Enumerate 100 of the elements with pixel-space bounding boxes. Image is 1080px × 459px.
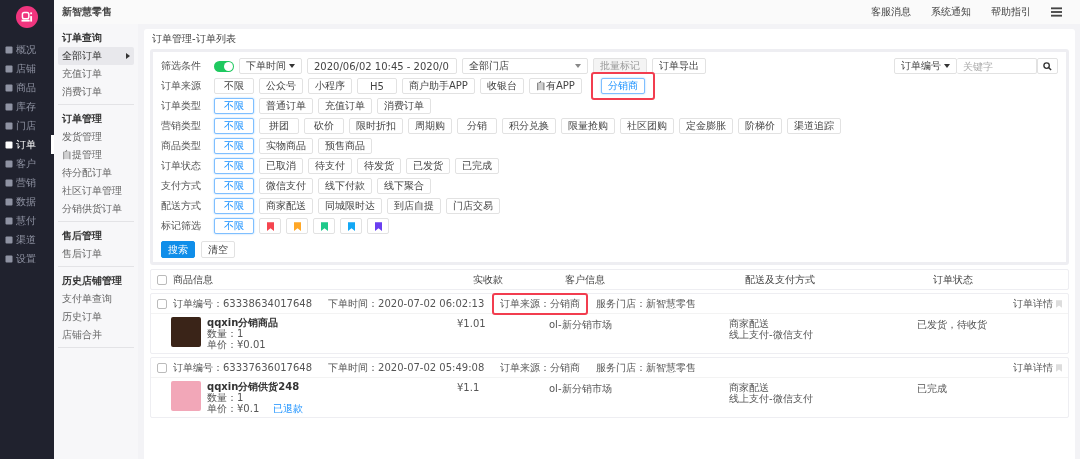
square-icon — [5, 159, 13, 168]
nav-item[interactable]: 慧付 — [0, 211, 54, 230]
subnav-item[interactable]: 店铺合并 — [58, 326, 134, 344]
order-time: 下单时间：2020-07-02 06:02:13 — [328, 296, 485, 311]
order-detail-link[interactable]: 订单详情 — [1013, 296, 1053, 311]
search-button[interactable] — [1037, 58, 1058, 74]
top-link[interactable]: 帮助指引 — [991, 5, 1031, 19]
checkbox[interactable] — [157, 274, 167, 285]
filter-option[interactable]: 自有APP — [528, 78, 582, 94]
nav-item[interactable]: 库存 — [0, 97, 54, 116]
nav-item[interactable]: 数据 — [0, 192, 54, 211]
filter-option[interactable]: 不限 — [214, 78, 254, 94]
filter-option[interactable]: 周期购 — [408, 118, 452, 134]
product-quantity: 数量：1 — [207, 392, 245, 403]
product-name: qqxin分销商品 — [207, 317, 279, 328]
nav-item[interactable]: 渠道 — [0, 230, 54, 249]
top-link[interactable]: 系统通知 — [931, 5, 971, 19]
nav-item[interactable]: 门店 — [0, 116, 54, 135]
search-icon — [1043, 61, 1052, 71]
subnav-item[interactable]: 充值订单 — [58, 65, 134, 83]
filter-option[interactable]: 阶梯价 — [738, 118, 782, 134]
search-type-dropdown[interactable]: 订单编号 — [894, 58, 957, 74]
filter-label: 订单状态 — [161, 159, 202, 173]
filter-option[interactable]: 已完成 — [455, 158, 499, 174]
filter-option[interactable]: 商户助手APP — [402, 78, 475, 94]
payment-method: 线上支付-微信支付 — [729, 393, 814, 404]
breadcrumb: 订单管理-订单列表 — [151, 32, 237, 46]
subnav-item[interactable]: 发货管理 — [58, 128, 134, 146]
filter-option[interactable]: 普通订单 — [259, 98, 313, 114]
filter-option[interactable]: 门店交易 — [446, 198, 500, 214]
checkbox[interactable] — [157, 298, 167, 309]
filter-option[interactable]: 收银台 — [479, 78, 524, 94]
nav-item[interactable]: 客户 — [0, 154, 54, 173]
filter-option[interactable]: 充值订单 — [318, 98, 372, 114]
nav-item[interactable]: 概况 — [0, 40, 54, 59]
filter-option[interactable]: 实物商品 — [259, 138, 313, 154]
filter-option[interactable]: H5 — [357, 78, 397, 94]
bookmark-icon[interactable] — [1056, 299, 1062, 308]
filter-option[interactable]: 拼团 — [259, 118, 299, 134]
filter-option[interactable]: 待支付 — [308, 158, 352, 174]
toolbar-button[interactable]: 订单导出 — [652, 58, 706, 74]
filter-option[interactable]: 线下聚合 — [377, 178, 431, 194]
top-link[interactable]: 客服消息 — [871, 5, 911, 19]
filter-option[interactable]: 公众号 — [259, 78, 303, 94]
subnav-item[interactable]: 待分配订单 — [58, 164, 134, 182]
flag-option[interactable] — [367, 218, 389, 234]
filter-option[interactable]: 微信支付 — [259, 178, 313, 194]
time-type-dropdown[interactable]: 下单时间 — [239, 58, 302, 74]
subnav-item[interactable]: 社区订单管理 — [58, 182, 134, 200]
subnav-item[interactable]: 分销供货订单 — [58, 200, 134, 218]
nav-item[interactable]: 设置 — [0, 249, 54, 268]
filter-option[interactable]: 预售商品 — [318, 138, 372, 154]
filter-option[interactable]: 渠道追踪 — [787, 118, 841, 134]
customer: ol-新分销市场 — [549, 318, 613, 332]
section-heading: 历史店铺管理 — [61, 274, 123, 288]
logo-icon — [16, 6, 38, 28]
subnav-item[interactable]: 支付单查询 — [58, 290, 134, 308]
filter-option[interactable]: 砍价 — [304, 118, 344, 134]
filter-option[interactable]: 已发货 — [406, 158, 450, 174]
toggle-switch[interactable] — [214, 60, 234, 72]
nav-item[interactable]: 商品 — [0, 78, 54, 97]
filter-option[interactable]: 消费订单 — [377, 98, 431, 114]
square-icon — [5, 235, 13, 244]
flag-option[interactable] — [259, 218, 281, 234]
filter-option[interactable]: 已取消 — [259, 158, 303, 174]
subnav-item[interactable]: 自提管理 — [58, 146, 134, 164]
column-header: 订单状态 — [933, 272, 974, 287]
menu-icon[interactable] — [1051, 7, 1062, 17]
subnav-item[interactable]: 消费订单 — [58, 83, 134, 101]
photo-placeholder — [171, 317, 201, 347]
filter-option[interactable]: 商家配送 — [259, 198, 313, 214]
filter-option[interactable]: 同城限时达 — [318, 198, 382, 214]
order-detail-link[interactable]: 订单详情 — [1013, 360, 1053, 375]
subnav-item[interactable]: 售后订单 — [58, 245, 134, 263]
filter-option[interactable]: 到店自提 — [387, 198, 441, 214]
store-dropdown[interactable]: 全部门店 — [462, 58, 588, 74]
clear-button[interactable]: 清空 — [201, 241, 235, 258]
customer: ol-新分销市场 — [549, 382, 613, 396]
filter-label: 订单来源 — [161, 79, 202, 93]
subnav-item[interactable]: 全部订单 — [58, 47, 134, 65]
filter-option[interactable]: 社区团购 — [620, 118, 674, 134]
filter-option[interactable]: 小程序 — [308, 78, 352, 94]
filter-option[interactable]: 积分兑换 — [502, 118, 556, 134]
section-heading: 订单管理 — [61, 112, 103, 126]
flag-option[interactable] — [340, 218, 362, 234]
date-range-field[interactable]: 2020/06/02 10:45 - 2020/0 — [307, 58, 457, 74]
filter-option[interactable]: 待发货 — [357, 158, 401, 174]
filter-option[interactable]: 限量抢购 — [561, 118, 615, 134]
nav-item[interactable]: 店铺 — [0, 59, 54, 78]
bookmark-icon[interactable] — [1056, 363, 1062, 372]
filter-option[interactable]: 限时折扣 — [349, 118, 403, 134]
checkbox[interactable] — [157, 362, 167, 373]
keyword-field[interactable]: 关键字 — [957, 58, 1037, 74]
subnav-item[interactable]: 历史订单 — [58, 308, 134, 326]
filter-option[interactable]: 定金膨胀 — [679, 118, 733, 134]
app-title: 新智慧零售 — [62, 5, 112, 19]
payment-method: 线上支付-微信支付 — [729, 329, 814, 340]
nav-item[interactable]: 营销 — [0, 173, 54, 192]
filter-option[interactable]: 分销 — [457, 118, 497, 134]
filter-option[interactable]: 线下付款 — [318, 178, 372, 194]
